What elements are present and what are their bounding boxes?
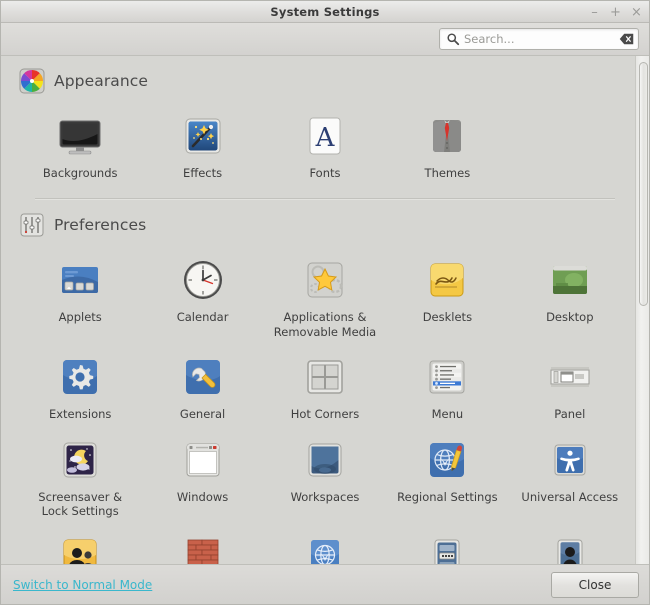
footer: Switch to Normal Mode Close — [1, 564, 649, 604]
clock-icon — [183, 261, 222, 300]
desktop-icon — [552, 266, 587, 295]
tile-backgrounds[interactable]: Backgrounds — [19, 106, 141, 184]
tile-themes[interactable]: Themes — [386, 106, 508, 184]
tile-label: Fonts — [309, 166, 341, 180]
tile-label: Menu — [431, 407, 464, 422]
accessibility-icon — [554, 444, 586, 475]
tile-label: Backgrounds — [42, 166, 118, 180]
titlebar: System Settings – + × — [1, 1, 649, 23]
four-pane-icon — [307, 360, 343, 394]
tile-label: Universal Access — [521, 489, 619, 504]
window-controls: – + × — [589, 1, 642, 23]
tile-label: Effects — [183, 166, 223, 180]
tile-calendar[interactable]: Calendar — [141, 250, 263, 343]
section-title-appearance: Appearance — [54, 72, 149, 90]
tile-label: Calendar — [176, 310, 229, 325]
tile-label: Applets — [58, 310, 102, 325]
tile-desktop[interactable]: Desktop — [509, 250, 631, 343]
section-header-appearance: Appearance — [19, 56, 631, 100]
magic-wand-icon — [185, 118, 221, 154]
tile-networking[interactable] — [264, 526, 386, 564]
content-area: Appearance Backgrounds Effects A Fonts T… — [1, 56, 649, 564]
section-header-preferences: Preferences — [19, 200, 631, 244]
appearance-grid: Backgrounds Effects A Fonts Themes — [19, 100, 631, 190]
sliders-icon — [20, 213, 44, 237]
tile-accounts[interactable] — [19, 526, 141, 564]
settings-scroll-content: Appearance Backgrounds Effects A Fonts T… — [1, 56, 649, 564]
tile-label: Panel — [554, 407, 586, 422]
notes-icon — [430, 263, 464, 297]
vertical-scrollbar[interactable] — [635, 56, 649, 564]
window-icon — [186, 443, 220, 476]
firewall-bricks-icon — [187, 539, 218, 564]
applets-icon — [62, 267, 99, 294]
tile-label: Regional Settings — [397, 489, 498, 504]
system-settings-window: System Settings – + × Search... Appearan… — [0, 0, 650, 605]
menu-list-icon — [429, 360, 465, 394]
monitor-icon — [59, 120, 101, 155]
tile-desklets[interactable]: Desklets — [386, 250, 508, 343]
scrollbar-thumb[interactable] — [639, 62, 648, 306]
tile-label: Windows — [176, 489, 229, 504]
tile-users[interactable] — [509, 526, 631, 564]
tile-label: Screensaver & Lock Settings — [38, 489, 123, 518]
accounts-icon — [63, 539, 97, 564]
tile-workspaces[interactable]: Workspaces — [264, 430, 386, 523]
search-box[interactable] — [439, 28, 639, 50]
search-input[interactable] — [460, 32, 619, 46]
section-preferences: Preferences Applets Calendar Application… — [1, 200, 649, 564]
window-title: System Settings — [270, 4, 380, 19]
tile-label: Workspaces — [290, 489, 360, 504]
tile-extensions[interactable]: Extensions — [19, 347, 141, 425]
tile-label: Desktop — [546, 310, 594, 325]
tile-regional-settings[interactable]: Regional Settings — [386, 430, 508, 523]
tile-hot-corners[interactable]: Hot Corners — [264, 347, 386, 425]
letter-a-icon: A — [309, 117, 341, 155]
panel-icon — [550, 367, 590, 387]
tile-panel[interactable]: Panel — [509, 347, 631, 425]
gear-icon — [63, 360, 98, 395]
workspaces-icon — [308, 443, 342, 476]
tile-menu[interactable]: Menu — [386, 347, 508, 425]
switch-mode-link[interactable]: Switch to Normal Mode — [13, 578, 152, 592]
tile-label: Applications & Removable Media — [273, 310, 377, 339]
search-icon — [447, 33, 460, 46]
toolbar — [1, 23, 649, 56]
svg-text:A: A — [315, 123, 336, 153]
tile-fonts[interactable]: A Fonts — [264, 106, 386, 184]
user-silhouette-icon — [557, 539, 583, 564]
wrench-icon — [185, 360, 220, 395]
tile-label: Themes — [424, 166, 471, 180]
close-window-button[interactable]: × — [631, 6, 642, 19]
password-keypad-icon — [434, 539, 460, 564]
tile-general[interactable]: General — [141, 347, 263, 425]
globe-pencil-icon — [430, 442, 465, 477]
preferences-grid: Applets Calendar Applications & Removabl… — [19, 244, 631, 564]
section-title-preferences: Preferences — [54, 216, 147, 235]
tile-universal-access[interactable]: Universal Access — [509, 430, 631, 523]
tile-applets[interactable]: Applets — [19, 250, 141, 343]
maximize-button[interactable]: + — [610, 6, 621, 19]
tile-applications-removable-media[interactable]: Applications & Removable Media — [264, 250, 386, 343]
tile-windows[interactable]: Windows — [141, 430, 263, 523]
tile-password[interactable] — [386, 526, 508, 564]
tile-firewall[interactable] — [141, 526, 263, 564]
pinwheel-icon — [19, 68, 45, 94]
section-appearance: Appearance Backgrounds Effects A Fonts T… — [1, 56, 649, 201]
network-globe-icon — [310, 540, 339, 564]
tile-label: General — [179, 407, 226, 422]
tile-label: Extensions — [48, 407, 112, 422]
clear-icon[interactable] — [619, 33, 634, 45]
tile-label: Desklets — [422, 310, 473, 325]
star-gear-icon — [307, 262, 343, 298]
tile-screensaver-lock-settings[interactable]: Screensaver & Lock Settings — [19, 430, 141, 523]
suit-tie-icon — [433, 120, 462, 152]
tile-label: Hot Corners — [290, 407, 360, 422]
tile-effects[interactable]: Effects — [141, 106, 263, 184]
minimize-button[interactable]: – — [589, 6, 600, 19]
close-button[interactable]: Close — [551, 571, 639, 598]
moon-night-icon — [63, 442, 97, 477]
